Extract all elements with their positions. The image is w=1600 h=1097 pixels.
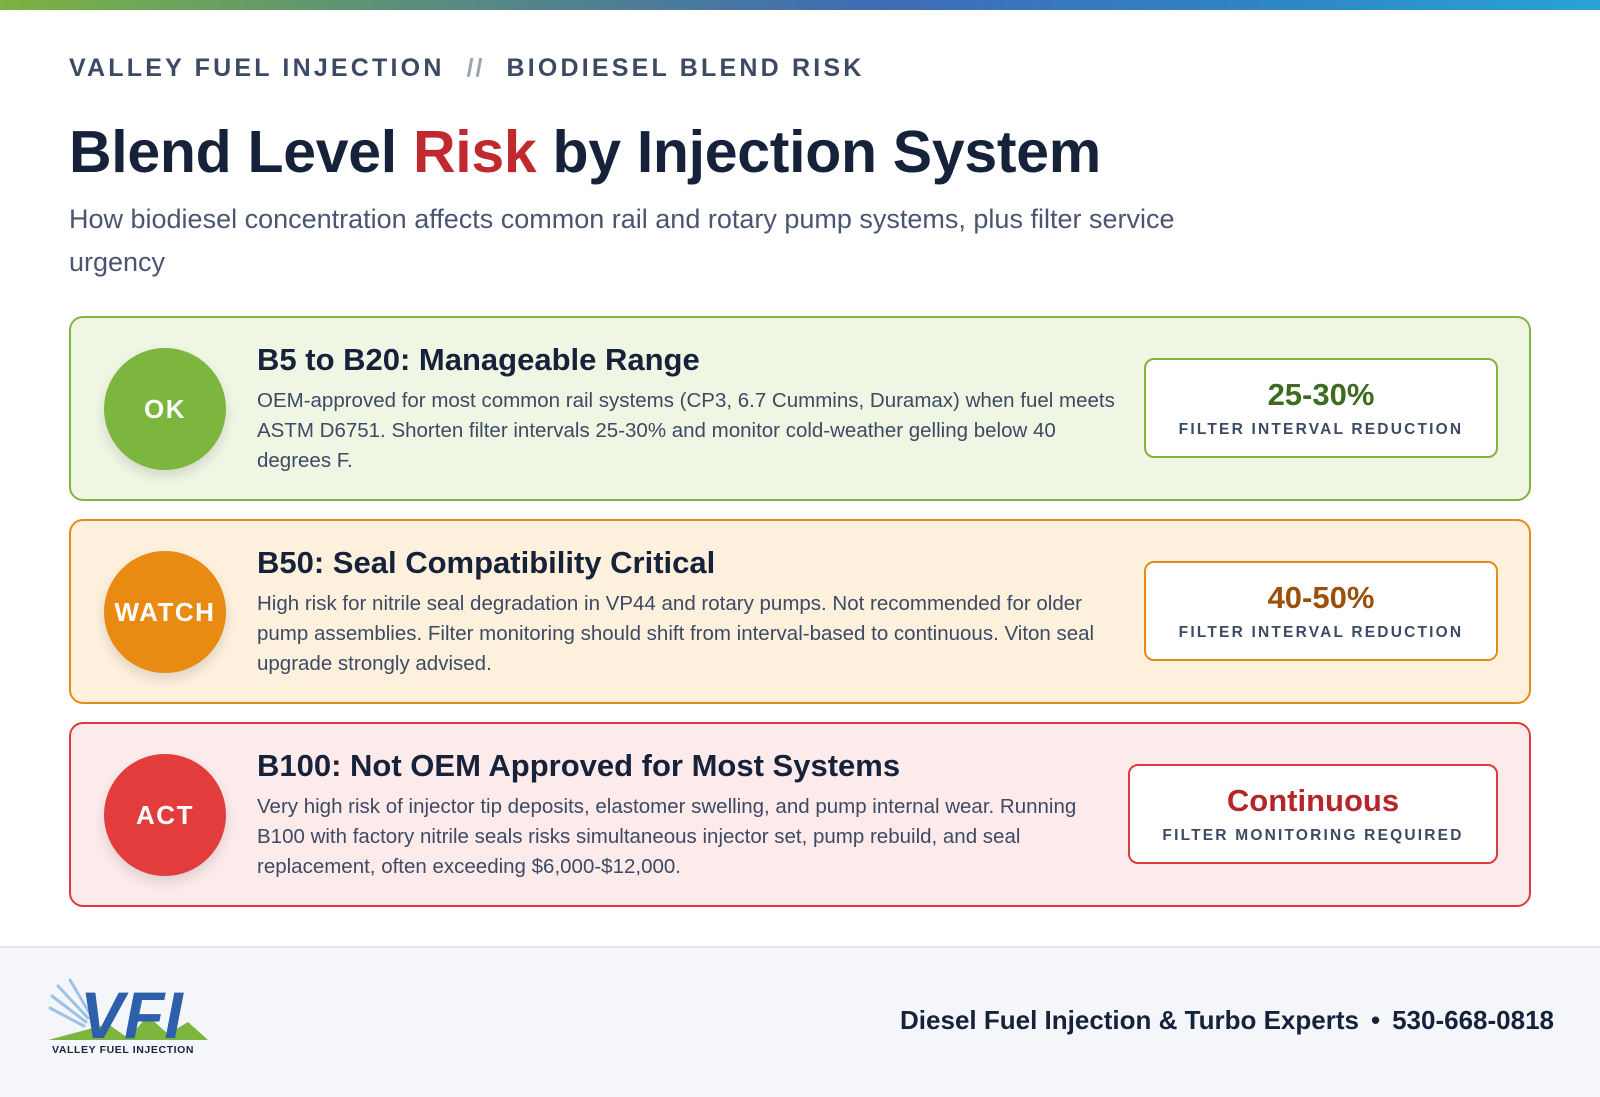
logo-mark: VFI — [80, 978, 184, 1048]
footer-contact: Diesel Fuel Injection & Turbo Experts • 53… — [900, 1005, 1554, 1036]
metric-label: FILTER INTERVAL REDUCTION — [1178, 421, 1464, 438]
title-before: Blend Level — [69, 119, 413, 185]
status-badge-watch: WATCH — [104, 551, 226, 673]
footer-bullet: • — [1370, 1005, 1381, 1035]
footer-phone[interactable]: 530-668-0818 — [1392, 1005, 1554, 1035]
page-title: Blend Level Risk by Injection System — [69, 118, 1101, 186]
title-accent: Risk — [412, 119, 537, 185]
card-title: B50: Seal Compatibility Critical — [257, 545, 716, 580]
card-description: OEM-approved for most common rail system… — [257, 389, 1115, 472]
metric-value: 40-50% — [1267, 580, 1375, 615]
metric-value: 25-30% — [1267, 377, 1375, 412]
metric-box: Continuous FILTER MONITORING REQUIRED — [1128, 764, 1498, 864]
status-badge-ok: OK — [104, 348, 226, 470]
risk-card-act: ACT B100: Not OEM Approved for Most Syst… — [69, 722, 1531, 907]
footer-tagline: Diesel Fuel Injection & Turbo Experts — [900, 1005, 1359, 1035]
title-after: by Injection System — [536, 119, 1101, 185]
footer: VFI VALLEY FUEL INJECTION Diesel Fuel In… — [0, 946, 1600, 1097]
vfi-logo-icon: VFI — [48, 978, 208, 1052]
top-gradient-bar — [0, 0, 1600, 10]
status-badge-act: ACT — [104, 754, 226, 876]
card-title: B100: Not OEM Approved for Most Systems — [257, 748, 901, 783]
card-title: B5 to B20: Manageable Range — [257, 342, 700, 377]
metric-box: 25-30% FILTER INTERVAL REDUCTION — [1144, 358, 1498, 458]
eyebrow: VALLEY FUEL INJECTION // BIODIESEL BLEND R… — [69, 54, 865, 83]
logo-text: VALLEY FUEL INJECTION — [52, 1044, 195, 1056]
metric-value: Continuous — [1226, 783, 1400, 818]
risk-card-watch: WATCH B50: Seal Compatibility Critical H… — [69, 519, 1531, 704]
card-description: Very high risk of injector tip deposits,… — [257, 795, 1077, 878]
eyebrow-separator: // — [466, 54, 485, 82]
eyebrow-section: BIODIESEL BLEND RISK — [506, 54, 865, 82]
metric-label: FILTER MONITORING REQUIRED — [1162, 827, 1464, 844]
company-logo: VFI VALLEY FUEL INJECTION — [48, 978, 208, 1068]
metric-box: 40-50% FILTER INTERVAL REDUCTION — [1144, 561, 1498, 661]
page-subtitle: How biodiesel concentration affects comm… — [69, 204, 1175, 277]
risk-card-ok: OK B5 to B20: Manageable Range OEM-appro… — [69, 316, 1531, 501]
metric-label: FILTER INTERVAL REDUCTION — [1178, 624, 1464, 641]
eyebrow-brand: VALLEY FUEL INJECTION — [69, 54, 445, 82]
card-description: High risk for nitrile seal degradation i… — [257, 592, 1095, 675]
